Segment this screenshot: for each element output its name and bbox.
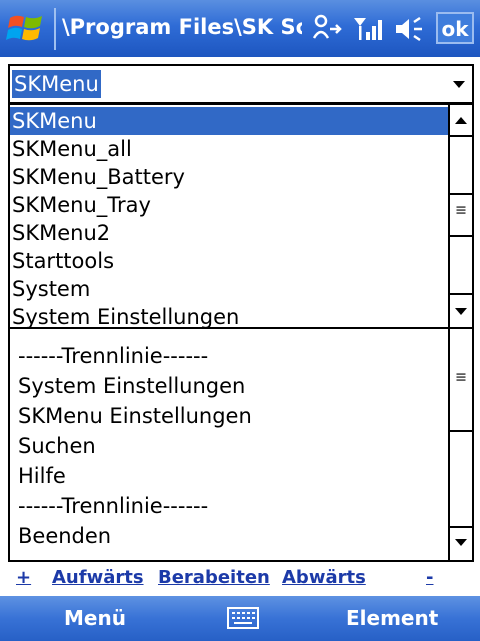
dropdown-item-skmenu2[interactable]: SKMenu2 [10, 219, 450, 247]
title-separator [54, 8, 56, 50]
window-title: \Program Files\SK Sc [62, 15, 302, 39]
dropdown-item-system[interactable]: System [10, 275, 450, 303]
list-item[interactable]: Suchen [18, 432, 96, 460]
chevron-down-icon [453, 81, 465, 88]
move-up-link[interactable]: Aufwärts [52, 567, 144, 588]
scroll-down-button[interactable] [450, 297, 472, 327]
scroll-down-button[interactable] [450, 528, 472, 558]
remove-link[interactable]: - [426, 567, 433, 588]
list-item[interactable]: System Einstellungen [18, 372, 245, 400]
dropdown-item-starttools[interactable]: Starttools [10, 247, 450, 275]
combobox-value: SKMenu [12, 70, 101, 98]
combobox-dropdown-button[interactable] [446, 66, 472, 102]
volume-icon[interactable] [392, 12, 426, 46]
ok-button[interactable]: ok [436, 12, 474, 44]
dropdown-item-skmenu-tray[interactable]: SKMenu_Tray [10, 191, 450, 219]
action-link-bar: + Aufwärts Berabeiten Abwärts - [0, 565, 480, 595]
combobox-dropdown-list: SKMenu SKMenu_all SKMenu_Battery SKMenu_… [8, 103, 474, 329]
dropdown-item-skmenu-all[interactable]: SKMenu_all [10, 135, 450, 163]
signal-icon[interactable] [350, 12, 384, 46]
softkey-bar: Menü Element [0, 596, 480, 641]
move-down-link[interactable]: Abwärts [282, 567, 366, 588]
grip-icon [456, 373, 466, 381]
edit-link[interactable]: Berabeiten [158, 567, 270, 588]
list-item[interactable]: Hilfe [18, 462, 66, 490]
scroll-track[interactable] [450, 235, 472, 295]
list-item[interactable]: ------Trennlinie------ [18, 342, 208, 370]
list-item[interactable]: ------Trennlinie------ [18, 492, 208, 520]
dropdown-item-skmenu-battery[interactable]: SKMenu_Battery [10, 163, 450, 191]
scroll-grip[interactable] [450, 362, 472, 402]
add-link[interactable]: + [16, 567, 31, 588]
dropdown-item-system-einstellungen[interactable]: System Einstellungen [10, 303, 450, 331]
arrow-up-icon [455, 117, 467, 124]
scroll-track[interactable] [450, 430, 472, 528]
scroll-up-button[interactable] [450, 105, 472, 135]
scroll-grip[interactable] [450, 195, 472, 235]
title-bar: \Program Files\SK Sc ok [0, 0, 480, 57]
dropdown-item-skmenu[interactable]: SKMenu [10, 107, 450, 135]
list-scrollbar[interactable] [448, 302, 472, 560]
menu-entries-list: ------Trennlinie------ System Einstellun… [8, 300, 474, 562]
connectivity-icon[interactable] [310, 12, 344, 46]
menu-combobox[interactable]: SKMenu [8, 64, 474, 104]
keyboard-icon[interactable] [226, 604, 260, 632]
menu-softkey[interactable]: Menü [64, 606, 126, 630]
arrow-down-icon [455, 308, 467, 315]
list-item[interactable]: Beenden [18, 522, 111, 550]
grip-icon [456, 206, 466, 214]
dropdown-scrollbar[interactable] [448, 105, 472, 327]
start-logo-icon[interactable] [6, 10, 46, 46]
element-softkey[interactable]: Element [346, 606, 438, 630]
scroll-thumb[interactable] [450, 135, 472, 195]
arrow-down-icon [455, 539, 467, 546]
list-item[interactable]: SKMenu Einstellungen [18, 402, 252, 430]
